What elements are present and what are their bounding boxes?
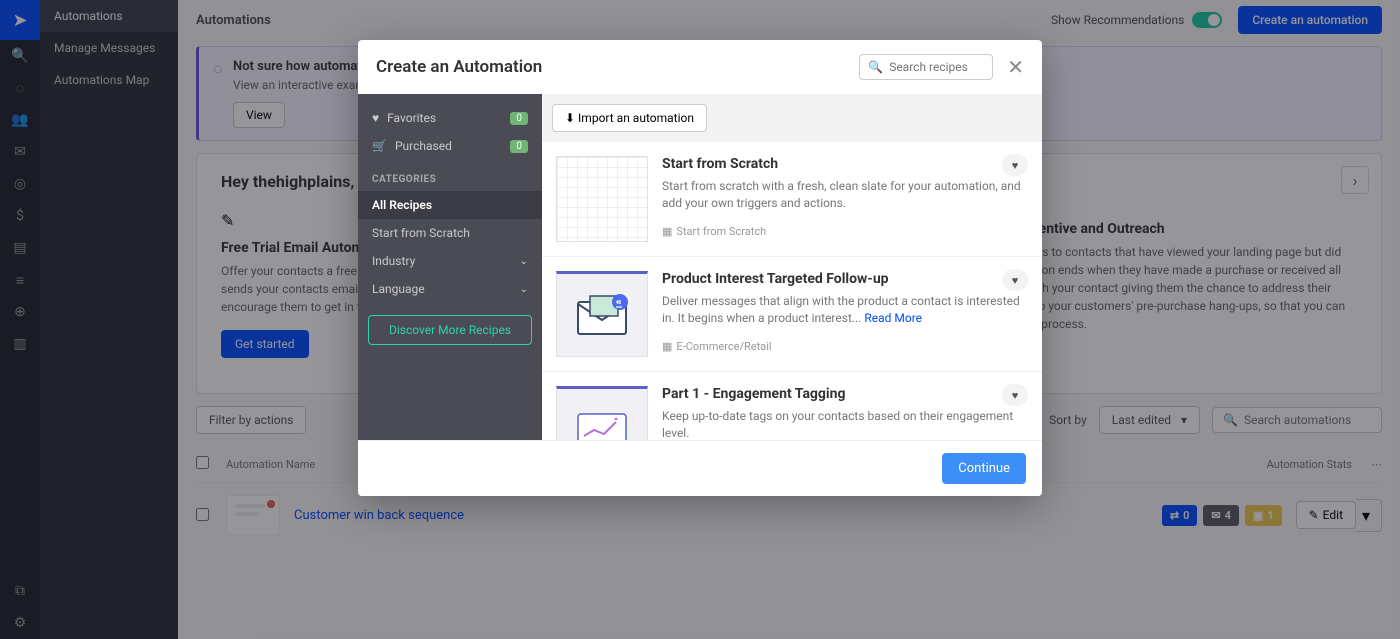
recipe-thumbnail [556,271,648,357]
recipe-item[interactable]: Product Interest Targeted Follow-up Deli… [542,257,1042,372]
sidebar-industry[interactable]: Industry⌄ [358,247,542,275]
continue-button[interactable]: Continue [942,453,1026,484]
modal-footer: Continue [358,440,1042,496]
chevron-down-icon: ⌄ [520,256,528,267]
sidebar-purchased[interactable]: 🛒 Purchased 0 [358,132,542,160]
modal-header: Create an Automation 🔍 ✕ [358,40,1042,94]
tag-icon: ▦ [662,225,672,238]
recipe-title: Start from Scratch [662,156,1028,172]
heart-icon: ♥ [1012,274,1019,287]
heart-icon: ♥ [372,111,379,125]
sidebar-favorites[interactable]: ♥ Favorites 0 [358,104,542,132]
purchased-count: 0 [510,140,528,153]
heart-icon: ♥ [1012,159,1019,172]
close-icon[interactable]: ✕ [1007,55,1024,79]
favorite-button[interactable]: ♥ [1002,384,1028,406]
modal-sidebar: ♥ Favorites 0 🛒 Purchased 0 CATEGORIES A… [358,94,542,440]
chevron-down-icon: ⌄ [520,284,528,295]
download-icon: ⬇ [565,111,575,125]
modal-title: Create an Automation [376,57,542,77]
favorites-count: 0 [510,112,528,125]
recipe-item[interactable]: Start from Scratch Start from scratch wi… [542,142,1042,257]
sidebar-start-scratch[interactable]: Start from Scratch [358,219,542,247]
recipe-title: Part 1 - Engagement Tagging [662,386,1028,402]
cart-icon: 🛒 [372,139,387,153]
discover-recipes-button[interactable]: Discover More Recipes [368,315,532,345]
import-automation-button[interactable]: ⬇ Import an automation [552,104,707,132]
recipe-thumbnail [556,156,648,242]
heart-icon: ♥ [1012,389,1019,402]
search-icon: 🔍 [868,60,883,74]
favorite-button[interactable]: ♥ [1002,269,1028,291]
sidebar-all-recipes[interactable]: All Recipes [358,191,542,219]
recipe-tag: ▦E-Commerce/Retail [662,340,772,353]
recipe-pane: ⬇ Import an automation Start from Scratc… [542,94,1042,440]
recipe-desc: Start from scratch with a fresh, clean s… [662,178,1028,212]
recipe-title: Product Interest Targeted Follow-up [662,271,1028,287]
tag-icon: ▦ [662,340,672,353]
recipe-search-input[interactable]: 🔍 [859,54,993,80]
recipe-tag: ▦Start from Scratch [662,225,766,238]
recipe-desc: Keep up-to-date tags on your contacts ba… [662,408,1028,440]
create-automation-modal: Create an Automation 🔍 ✕ ♥ Favorites 0 🛒… [358,40,1042,496]
read-more-link[interactable]: Read More [864,311,922,325]
recipe-list[interactable]: Start from Scratch Start from scratch wi… [542,142,1042,440]
favorite-button[interactable]: ♥ [1002,154,1028,176]
sidebar-language[interactable]: Language⌄ [358,275,542,303]
recipe-item[interactable]: Part 1 - Engagement Tagging Keep up-to-d… [542,372,1042,440]
categories-header: CATEGORIES [358,160,542,191]
recipe-desc: Deliver messages that align with the pro… [662,293,1028,327]
recipe-thumbnail [556,386,648,440]
modal-overlay[interactable]: Create an Automation 🔍 ✕ ♥ Favorites 0 🛒… [0,0,1400,639]
